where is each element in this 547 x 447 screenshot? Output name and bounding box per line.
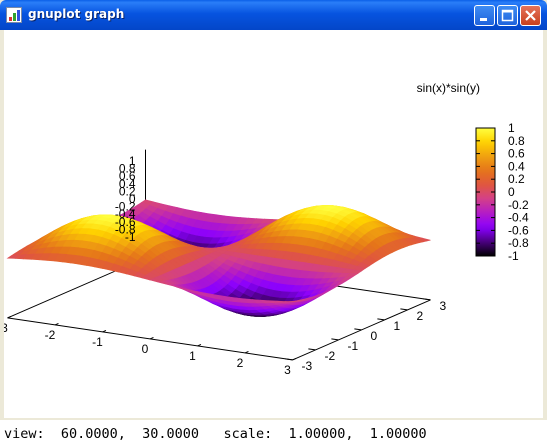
y-tick-label: 1 bbox=[394, 319, 401, 333]
minimize-button[interactable] bbox=[474, 5, 495, 26]
gnuplot-window: gnuplot graph -3-2-10123-3-2-1012310.80.… bbox=[0, 0, 547, 447]
status-bar: view: 60.0000, 30.0000 scale: 1.00000, 1… bbox=[0, 420, 547, 447]
function-label: sin(x)*sin(y) bbox=[417, 81, 480, 95]
plot-area[interactable]: -3-2-10123-3-2-1012310.80.60.40.20-0.2-0… bbox=[0, 30, 543, 418]
y-tick-label: -3 bbox=[302, 359, 313, 373]
x-tick-label: -2 bbox=[45, 328, 56, 342]
front-axes bbox=[7, 298, 431, 361]
maximize-button[interactable] bbox=[497, 5, 518, 26]
x-tick-label: -3 bbox=[4, 321, 8, 335]
x-tick-label: 3 bbox=[284, 363, 291, 377]
y-tick-label: 3 bbox=[440, 299, 447, 313]
status-text: view: 60.0000, 30.0000 scale: 1.00000, 1… bbox=[4, 426, 427, 442]
colorbar-tick-label: -1 bbox=[508, 249, 519, 263]
close-button[interactable] bbox=[520, 5, 541, 26]
y-tick-label: -1 bbox=[348, 339, 359, 353]
title-bar[interactable]: gnuplot graph bbox=[0, 0, 547, 30]
minimize-icon bbox=[480, 18, 487, 21]
surface-mesh bbox=[6, 199, 431, 317]
z-tick-label: -1 bbox=[125, 230, 136, 244]
window-title: gnuplot graph bbox=[28, 7, 125, 21]
x-tick-label: 0 bbox=[142, 342, 149, 356]
x-tick-label: -1 bbox=[92, 335, 103, 349]
y-tick-label: 0 bbox=[371, 329, 378, 343]
maximize-icon bbox=[501, 9, 514, 22]
surface-plot: -3-2-10123-3-2-1012310.80.60.40.20-0.2-0… bbox=[0, 81, 529, 377]
x-tick-label: 2 bbox=[237, 356, 244, 370]
close-icon bbox=[525, 10, 536, 21]
x-tick-label: 1 bbox=[189, 349, 196, 363]
y-tick-label: 2 bbox=[417, 309, 424, 323]
gnuplot-app-icon[interactable] bbox=[6, 7, 22, 23]
y-tick-label: -2 bbox=[325, 349, 336, 363]
